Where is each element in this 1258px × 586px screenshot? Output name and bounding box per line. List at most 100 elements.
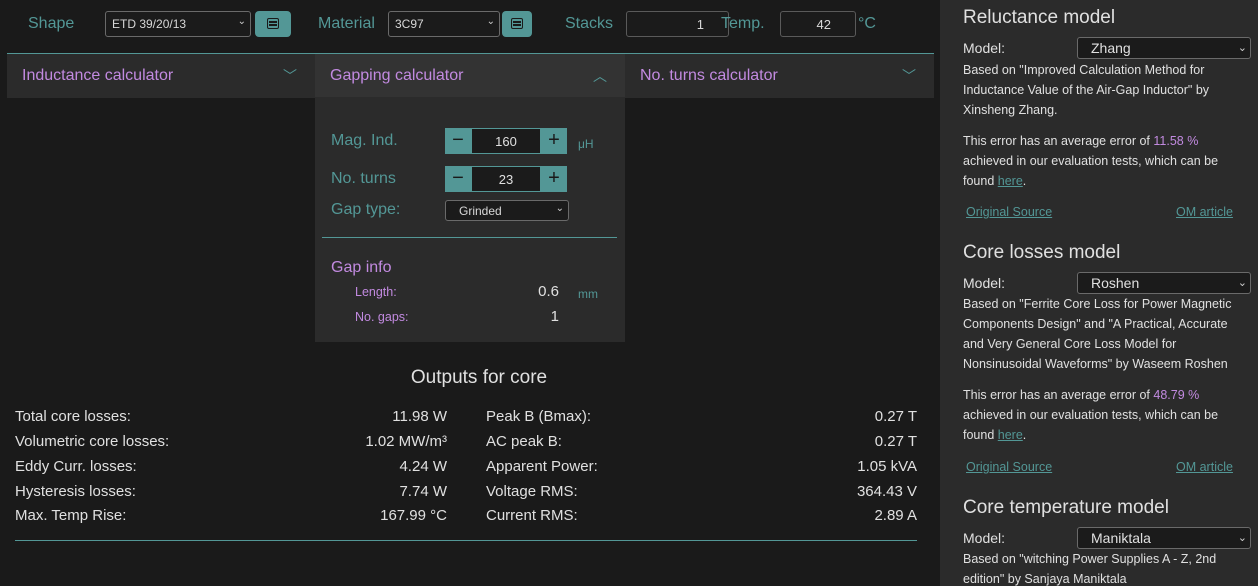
outputs-title: Outputs for core	[410, 367, 548, 388]
core-temp-title: Core temperature model	[963, 497, 1169, 518]
tab-turns-calculator[interactable]: No. turns calculator ﹀	[625, 54, 934, 99]
stacks-label: Stacks	[565, 15, 614, 32]
gap-info-title: Gap info	[331, 259, 392, 276]
temp-unit: °C	[858, 15, 876, 32]
length-value: 0.6	[538, 283, 559, 300]
output-label: AC peak B:	[486, 433, 562, 450]
chevron-down-icon: ⌄	[1237, 42, 1247, 54]
models-sidebar: Reluctance model Model: Zhang ⌄ Based on…	[940, 0, 1258, 586]
chevron-down-icon: ⌄	[1237, 277, 1247, 289]
output-value: 0.27 T	[874, 408, 917, 425]
temp-input[interactable]: 42	[780, 11, 856, 37]
om-article-link[interactable]: OM article	[1176, 205, 1233, 219]
here-link[interactable]: here	[998, 174, 1023, 188]
reluctance-model-value: Zhang	[1091, 40, 1131, 56]
gap-type-label: Gap type:	[331, 201, 401, 218]
error-dot: .	[1022, 174, 1027, 188]
turns-input[interactable]: 23	[471, 166, 541, 192]
output-label: Volumetric core losses:	[15, 433, 170, 450]
output-value: 1.02 MW/m³	[365, 433, 447, 450]
shape-list-button[interactable]	[255, 11, 291, 37]
gap-type-select[interactable]: Grinded ⌄	[445, 200, 569, 221]
here-link[interactable]: here	[998, 428, 1023, 442]
output-value: 7.74 W	[399, 483, 447, 500]
material-select[interactable]: 3C97 ⌄	[388, 11, 500, 37]
reluctance-error-text: This error has an average error of 11.58…	[963, 131, 1248, 191]
om-article-link[interactable]: OM article	[1176, 460, 1233, 474]
shape-select-value: ETD 39/20/13	[112, 17, 187, 31]
core-temp-model-label: Model:	[963, 530, 1006, 546]
tab-label: Inductance calculator	[22, 67, 174, 84]
output-label: Eddy Curr. losses:	[15, 458, 137, 475]
reluctance-model-label: Model:	[963, 40, 1006, 56]
mag-ind-unit: μH	[578, 137, 594, 151]
increment-button[interactable]: +	[541, 166, 567, 192]
material-select-value: 3C97	[395, 17, 424, 31]
chevron-down-icon: ⌄	[555, 203, 564, 214]
output-label: Hysteresis losses:	[15, 483, 136, 500]
core-losses-model-label: Model:	[963, 275, 1006, 291]
outputs-divider	[15, 540, 917, 541]
decrement-button[interactable]: −	[445, 128, 471, 154]
output-value: 364.43 V	[856, 483, 917, 500]
gaps-value: 1	[550, 308, 559, 325]
list-icon	[511, 18, 523, 29]
error-prefix: This error has an average error of	[963, 134, 1154, 148]
gapping-calculator-panel: Mag. Ind. − 160 + μH No. turns − 23 + Ga…	[315, 97, 625, 342]
material-list-button[interactable]	[502, 11, 532, 37]
core-temp-model-value: Maniktala	[1091, 530, 1151, 546]
error-value: 48.79 %	[1153, 388, 1200, 402]
output-label: Total core losses:	[15, 408, 131, 425]
reluctance-desc: Based on "Improved Calculation Method fo…	[963, 63, 1210, 117]
tab-inductance-calculator[interactable]: Inductance calculator ﹀	[7, 54, 315, 99]
output-label: Apparent Power:	[486, 458, 598, 475]
turns-label: No. turns	[331, 170, 396, 187]
output-label: Peak B (Bmax):	[486, 408, 592, 425]
mag-ind-input[interactable]: 160	[471, 128, 541, 154]
chevron-down-icon: ﹀	[283, 68, 297, 84]
stacks-input[interactable]: 1	[626, 11, 729, 37]
output-value: 4.24 W	[399, 458, 447, 475]
core-losses-desc: Based on "Ferrite Core Loss for Power Ma…	[963, 297, 1232, 371]
output-label: Voltage RMS:	[486, 483, 578, 500]
shape-select[interactable]: ETD 39/20/13 ⌄	[105, 11, 251, 37]
temp-label: Temp.	[721, 15, 765, 32]
chevron-down-icon: ﹀	[902, 68, 916, 84]
material-label: Material	[318, 15, 375, 32]
core-losses-model-select[interactable]: Roshen ⌄	[1077, 272, 1251, 294]
original-source-link[interactable]: Original Source	[966, 205, 1052, 219]
gap-type-value: Grinded	[459, 204, 502, 218]
increment-button[interactable]: +	[541, 128, 567, 154]
chevron-up-icon: ︿	[593, 68, 607, 84]
core-losses-error-text: This error has an average error of 48.79…	[963, 385, 1248, 445]
mag-ind-label: Mag. Ind.	[331, 132, 398, 149]
core-temp-model-select[interactable]: Maniktala ⌄	[1077, 527, 1251, 549]
chevron-down-icon: ⌄	[1237, 532, 1247, 544]
shape-label: Shape	[28, 15, 75, 32]
output-value: 2.89 A	[874, 507, 917, 524]
decrement-button[interactable]: −	[445, 166, 471, 192]
output-value: 167.99 °C	[380, 507, 447, 524]
output-value: 1.05 kVA	[857, 458, 917, 475]
error-dot: .	[1022, 428, 1027, 442]
original-source-link[interactable]: Original Source	[966, 460, 1052, 474]
mag-ind-stepper[interactable]: − 160 +	[445, 128, 567, 154]
reluctance-model-select[interactable]: Zhang ⌄	[1077, 37, 1251, 59]
list-icon	[267, 18, 279, 29]
core-temp-desc: Based on "witching Power Supplies A - Z,…	[963, 552, 1217, 586]
length-label: Length:	[355, 285, 397, 299]
divider	[322, 237, 617, 238]
core-losses-model-value: Roshen	[1091, 275, 1140, 291]
turns-stepper[interactable]: − 23 +	[445, 166, 567, 192]
chevron-down-icon: ⌄	[486, 16, 495, 27]
output-value: 0.27 T	[874, 433, 917, 450]
output-value: 11.98 W	[392, 408, 447, 425]
output-label: Max. Temp Rise:	[15, 507, 127, 524]
tab-label: Gapping calculator	[330, 67, 464, 84]
error-prefix: This error has an average error of	[963, 388, 1154, 402]
tab-gapping-calculator[interactable]: Gapping calculator ︿	[315, 54, 625, 99]
tab-label: No. turns calculator	[640, 67, 778, 84]
core-losses-title: Core losses model	[963, 242, 1121, 263]
output-label: Current RMS:	[486, 507, 578, 524]
reluctance-title: Reluctance model	[963, 7, 1116, 28]
